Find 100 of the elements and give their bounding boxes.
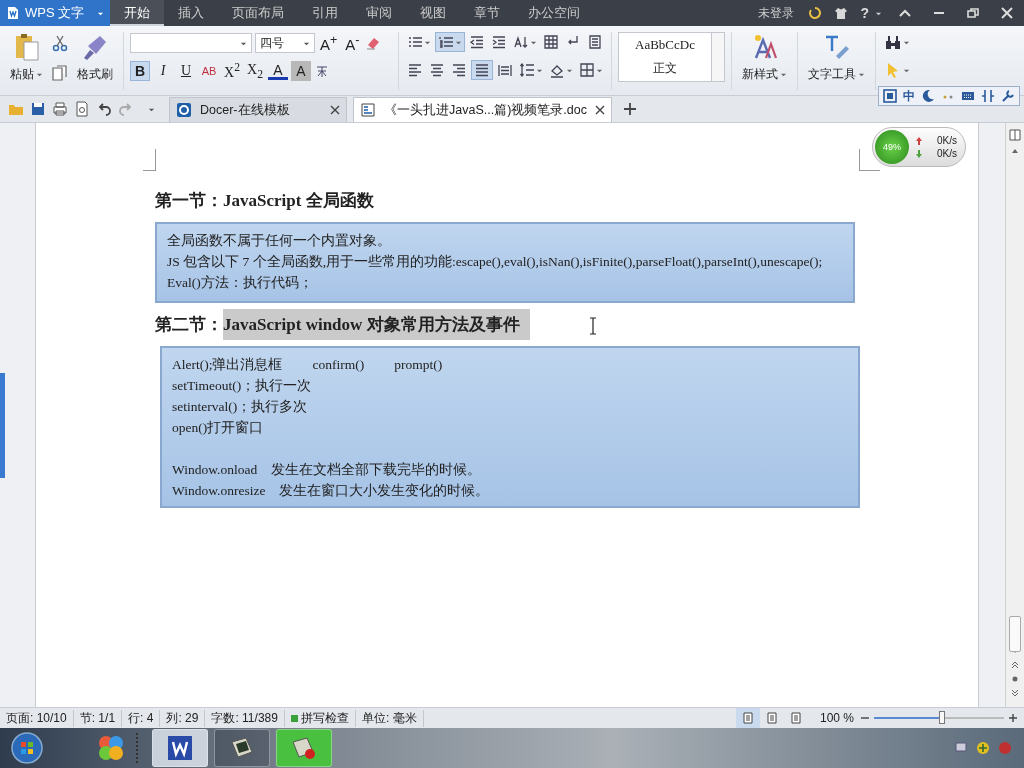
menu-tab[interactable]: 审阅 [352, 0, 406, 26]
printer-icon[interactable] [52, 101, 68, 117]
document-tab[interactable]: 《一头扎进JavaS...篇)视频笔录.doc [353, 97, 612, 122]
menu-tab[interactable]: 引用 [298, 0, 352, 26]
vertical-scrollbar[interactable] [1005, 123, 1024, 707]
menu-tab[interactable]: 开始 [110, 0, 164, 26]
split-view-icon[interactable] [1009, 129, 1021, 141]
justify-button[interactable] [471, 60, 493, 80]
status-text: 页面: 10/10 [6, 709, 74, 727]
restore-icon[interactable] [966, 6, 980, 20]
note-text: 全局函数不属于任何一个内置对象。 [167, 232, 391, 250]
italic-button[interactable]: I [153, 61, 173, 81]
network-icon[interactable] [954, 741, 968, 755]
page-view-icon [741, 712, 754, 724]
note-text: Window.onresize [172, 482, 266, 500]
moon-icon[interactable] [921, 89, 935, 103]
document-icon [6, 6, 20, 20]
numbered-list-button[interactable] [435, 32, 465, 52]
font-color-button[interactable]: A [268, 62, 288, 80]
word-document-icon [360, 102, 376, 118]
print-preview-icon[interactable] [74, 101, 90, 117]
keyboard-icon[interactable] [961, 89, 975, 103]
view-mode-button[interactable] [735, 708, 760, 728]
bold-button[interactable]: B [130, 61, 150, 81]
input-mode-toggle[interactable]: 中 [903, 87, 915, 105]
section-title: JavaScript window 对象常用方法及事件 [223, 309, 530, 340]
underline-button[interactable]: U [176, 61, 196, 81]
phonetic-guide-icon[interactable] [314, 63, 330, 79]
page-view-icon [789, 712, 802, 724]
eraser-icon[interactable] [365, 35, 382, 51]
char-shading-button[interactable]: A [291, 61, 311, 81]
browse-object-icon[interactable] [1011, 675, 1019, 683]
swirl-logo-icon[interactable] [808, 6, 823, 20]
status-text: 节: 1/1 [79, 709, 123, 727]
align-center-icon [429, 62, 445, 78]
table-button[interactable] [541, 32, 561, 52]
note-text: 发生在文档全部下载完毕的时候。 [271, 461, 482, 479]
script-button[interactable]: X$^{2}$ [222, 61, 242, 81]
taskbar-button[interactable] [152, 729, 208, 767]
distribute-icon [497, 62, 513, 78]
font-name-field[interactable] [130, 33, 252, 53]
caret-icon [780, 71, 787, 78]
sort-icon [513, 34, 529, 50]
text-tools-button[interactable]: 文字工具 [804, 32, 869, 83]
undo-icon[interactable] [96, 101, 112, 117]
font-size-field[interactable]: 四号 [255, 33, 315, 53]
menu-tab[interactable]: 章节 [460, 0, 514, 26]
binoculars-icon [884, 33, 902, 51]
note-text: setinterval()；执行多次 [172, 398, 308, 416]
scroll-thumb[interactable] [1009, 616, 1021, 652]
strikethrough-button[interactable]: AB [199, 61, 219, 81]
document-tab[interactable]: Docer-在线模板 [169, 97, 347, 122]
gallery-scrollbar[interactable] [712, 32, 725, 82]
format-painter-button[interactable]: 格式刷 [73, 32, 117, 83]
shirt-icon[interactable] [834, 6, 849, 20]
close-icon[interactable] [330, 105, 340, 115]
taskbar-button[interactable] [276, 729, 332, 767]
note-text: JS 包含以下 7 个全局函数,用于一些常用的功能:escape(),eval(),isNan(),isFinite(),parseFloat(),parseInt(),unescape(); [167, 253, 823, 271]
script-button[interactable]: X$_{2}$ [245, 61, 265, 81]
previous-page-icon[interactable] [1011, 661, 1019, 669]
start-button-icon[interactable] [10, 731, 44, 765]
font-size-step-button[interactable]: A$^{-}$ [342, 33, 363, 53]
next-page-icon[interactable] [1011, 689, 1019, 697]
menu-tab[interactable]: 办公空间 [514, 0, 594, 26]
memory-usage: 49% [875, 130, 909, 164]
note-text: setTimeout()；执行一次 [172, 377, 312, 395]
note-text: confirm() [312, 356, 365, 374]
menu-tab[interactable]: 视图 [406, 0, 460, 26]
copy-icon[interactable] [51, 64, 69, 82]
spell-check-toggle[interactable]: 拼写检查 [290, 709, 356, 727]
writer-icon [166, 734, 194, 762]
zoom-in-icon[interactable] [1008, 713, 1018, 723]
style-gallery[interactable]: AaBbCcDc 正文 [618, 32, 712, 82]
zoom-slider-thumb[interactable] [938, 711, 945, 724]
table-icon [543, 34, 559, 50]
login-status[interactable]: 未登录 [758, 4, 795, 22]
close-icon[interactable] [594, 105, 605, 115]
scroll-up-icon[interactable] [1011, 147, 1019, 155]
wrench-icon[interactable] [1001, 89, 1015, 103]
download-arrow-icon [915, 149, 923, 158]
indent-icon [491, 34, 507, 50]
align-left-icon [407, 62, 423, 78]
menu-tab[interactable]: 页面布局 [218, 0, 298, 26]
caret-icon [858, 71, 865, 78]
square-logo-icon[interactable] [883, 89, 897, 103]
colorful-app-icon[interactable] [96, 733, 126, 763]
menu-tab[interactable]: 插入 [164, 0, 218, 26]
section-number: 第二节： [155, 314, 223, 336]
font-size-step-button[interactable]: A$^{+}$ [318, 33, 340, 53]
new-tab-icon[interactable] [621, 101, 638, 117]
help-button[interactable]: ? [860, 5, 869, 21]
new-style-button[interactable]: 新样式 [738, 32, 791, 83]
status-text: 行: 4 [128, 709, 161, 727]
plus-circle-icon[interactable] [976, 741, 990, 755]
save-icon[interactable] [30, 101, 46, 117]
scissors-icon[interactable] [51, 34, 69, 52]
taskbar-button[interactable] [214, 729, 270, 767]
section-number: 第一节： [155, 190, 223, 212]
paste-button[interactable]: 粘贴 [6, 32, 47, 83]
app-menu-button[interactable]: WPS 文字 [0, 0, 110, 26]
